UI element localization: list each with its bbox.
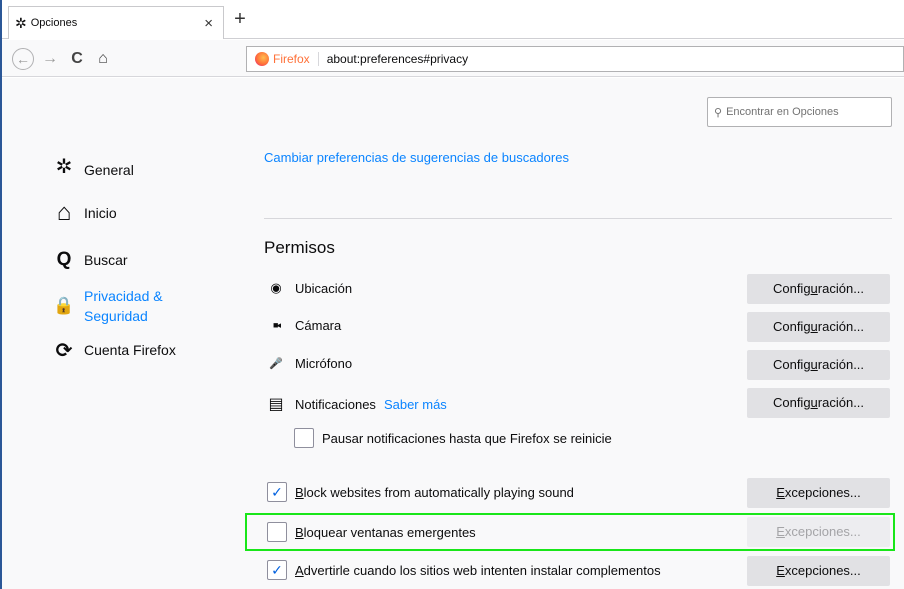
block-sound-exceptions-button[interactable]: Excepciones... xyxy=(747,478,890,508)
location-settings-button[interactable]: Configuración... xyxy=(747,274,890,304)
learn-more-link[interactable]: Saber más xyxy=(384,397,447,412)
location-icon: ◉ xyxy=(270,280,282,295)
search-icon: ⚲ xyxy=(714,106,723,119)
firefox-logo-icon xyxy=(255,52,269,66)
sidebar-item-label: General xyxy=(84,162,134,178)
sidebar-item-inicio[interactable]: ⌂ Inicio xyxy=(52,199,117,226)
tab-opciones[interactable]: ✲ Opciones × xyxy=(8,6,224,39)
url-text[interactable]: about:preferences#privacy xyxy=(327,52,468,66)
sidebar-item-general[interactable]: ✲ General xyxy=(52,156,134,180)
permission-notifications: ▤ Notificaciones Saber más xyxy=(267,394,447,414)
sidebar-item-label: Privacidad & Seguridad xyxy=(84,286,163,326)
warn-addons-exceptions-button[interactable]: Excepciones... xyxy=(747,556,890,586)
camera-settings-button[interactable]: Configuración... xyxy=(747,312,890,342)
preferences-content: ⚲ ✲ General ⌂ Inicio Q Buscar 🔒 Privacid… xyxy=(2,78,904,589)
block-popups-checkbox[interactable] xyxy=(267,522,287,542)
close-tab-icon[interactable]: × xyxy=(204,15,213,32)
permission-microphone: 🎤 Micrófono xyxy=(267,356,352,371)
block-sound-checkbox[interactable]: ✓ xyxy=(267,482,287,502)
home-icon[interactable]: ⌂ xyxy=(92,48,114,70)
permission-label: Micrófono xyxy=(295,356,353,371)
lock-icon: 🔒 xyxy=(53,296,75,315)
pause-notifications-row[interactable]: Pausar notificaciones hasta que Firefox … xyxy=(294,428,612,448)
gear-icon: ✲ xyxy=(15,14,27,31)
warn-addons-checkbox[interactable]: ✓ xyxy=(267,560,287,580)
search-icon: Q xyxy=(56,249,72,270)
home-icon: ⌂ xyxy=(56,199,72,226)
new-tab-button[interactable]: + xyxy=(230,7,250,31)
warn-addons-label: Advertirle cuando los sitios web intente… xyxy=(295,562,661,578)
sidebar-item-label-line2: Seguridad xyxy=(84,308,148,324)
gear-icon: ✲ xyxy=(55,156,73,178)
pause-notifications-label: Pausar notificaciones hasta que Firefox … xyxy=(322,430,612,446)
block-sound-row[interactable]: ✓ Block websites from automatically play… xyxy=(267,482,574,502)
permission-label: Notificaciones xyxy=(295,396,376,412)
pause-notifications-checkbox[interactable] xyxy=(294,428,314,448)
forward-icon[interactable]: → xyxy=(39,48,61,70)
block-popups-exceptions-button[interactable]: Excepciones... xyxy=(747,517,890,547)
notification-icon: ▤ xyxy=(268,396,284,413)
section-divider xyxy=(264,218,892,219)
block-popups-row[interactable]: Bloquear ventanas emergentes xyxy=(267,522,476,542)
permission-label: Ubicación xyxy=(295,280,353,296)
tab-title: Opciones xyxy=(30,17,78,29)
sidebar-item-label: Inicio xyxy=(84,205,117,221)
url-bar[interactable]: Firefox about:preferences#privacy xyxy=(246,46,904,72)
tab-strip: ✲ Opciones × + xyxy=(2,0,904,39)
identity-label[interactable]: Firefox xyxy=(273,52,319,66)
microphone-settings-button[interactable]: Configuración... xyxy=(747,350,890,380)
permission-camera: ■◂ Cámara xyxy=(267,318,341,333)
sync-icon: ⟳ xyxy=(55,340,73,362)
sidebar-item-firefox-account[interactable]: ⟳ Cuenta Firefox xyxy=(52,340,176,362)
warn-addons-row[interactable]: ✓ Advertirle cuando los sitios web inten… xyxy=(267,560,661,580)
permission-label: Cámara xyxy=(295,318,342,333)
microphone-icon: 🎤 xyxy=(269,358,283,370)
back-icon[interactable]: ← xyxy=(12,48,34,70)
find-in-options-input[interactable] xyxy=(726,106,887,118)
block-popups-label: Bloquear ventanas emergentes xyxy=(295,524,476,540)
search-suggestions-link[interactable]: Cambiar preferencias de sugerencias de b… xyxy=(264,150,569,165)
permission-location: ◉ Ubicación xyxy=(267,280,352,296)
reload-icon[interactable]: C xyxy=(66,48,88,70)
find-in-options-field[interactable]: ⚲ xyxy=(707,97,892,127)
block-sound-label: Block websites from automatically playin… xyxy=(295,484,574,500)
sidebar-item-buscar[interactable]: Q Buscar xyxy=(52,249,128,271)
sidebar-item-label: Buscar xyxy=(84,252,128,268)
notifications-settings-button[interactable]: Configuración... xyxy=(747,388,890,418)
sidebar-item-label: Cuenta Firefox xyxy=(84,342,176,358)
sidebar-item-privacy[interactable]: 🔒 Privacidad & Seguridad xyxy=(52,286,163,326)
sidebar-item-label-line1: Privacidad & xyxy=(84,288,163,304)
camera-icon: ■◂ xyxy=(273,320,281,330)
permissions-heading: Permisos xyxy=(264,238,335,257)
navigation-toolbar: ← → C ⌂ Firefox about:preferences#privac… xyxy=(2,40,904,77)
